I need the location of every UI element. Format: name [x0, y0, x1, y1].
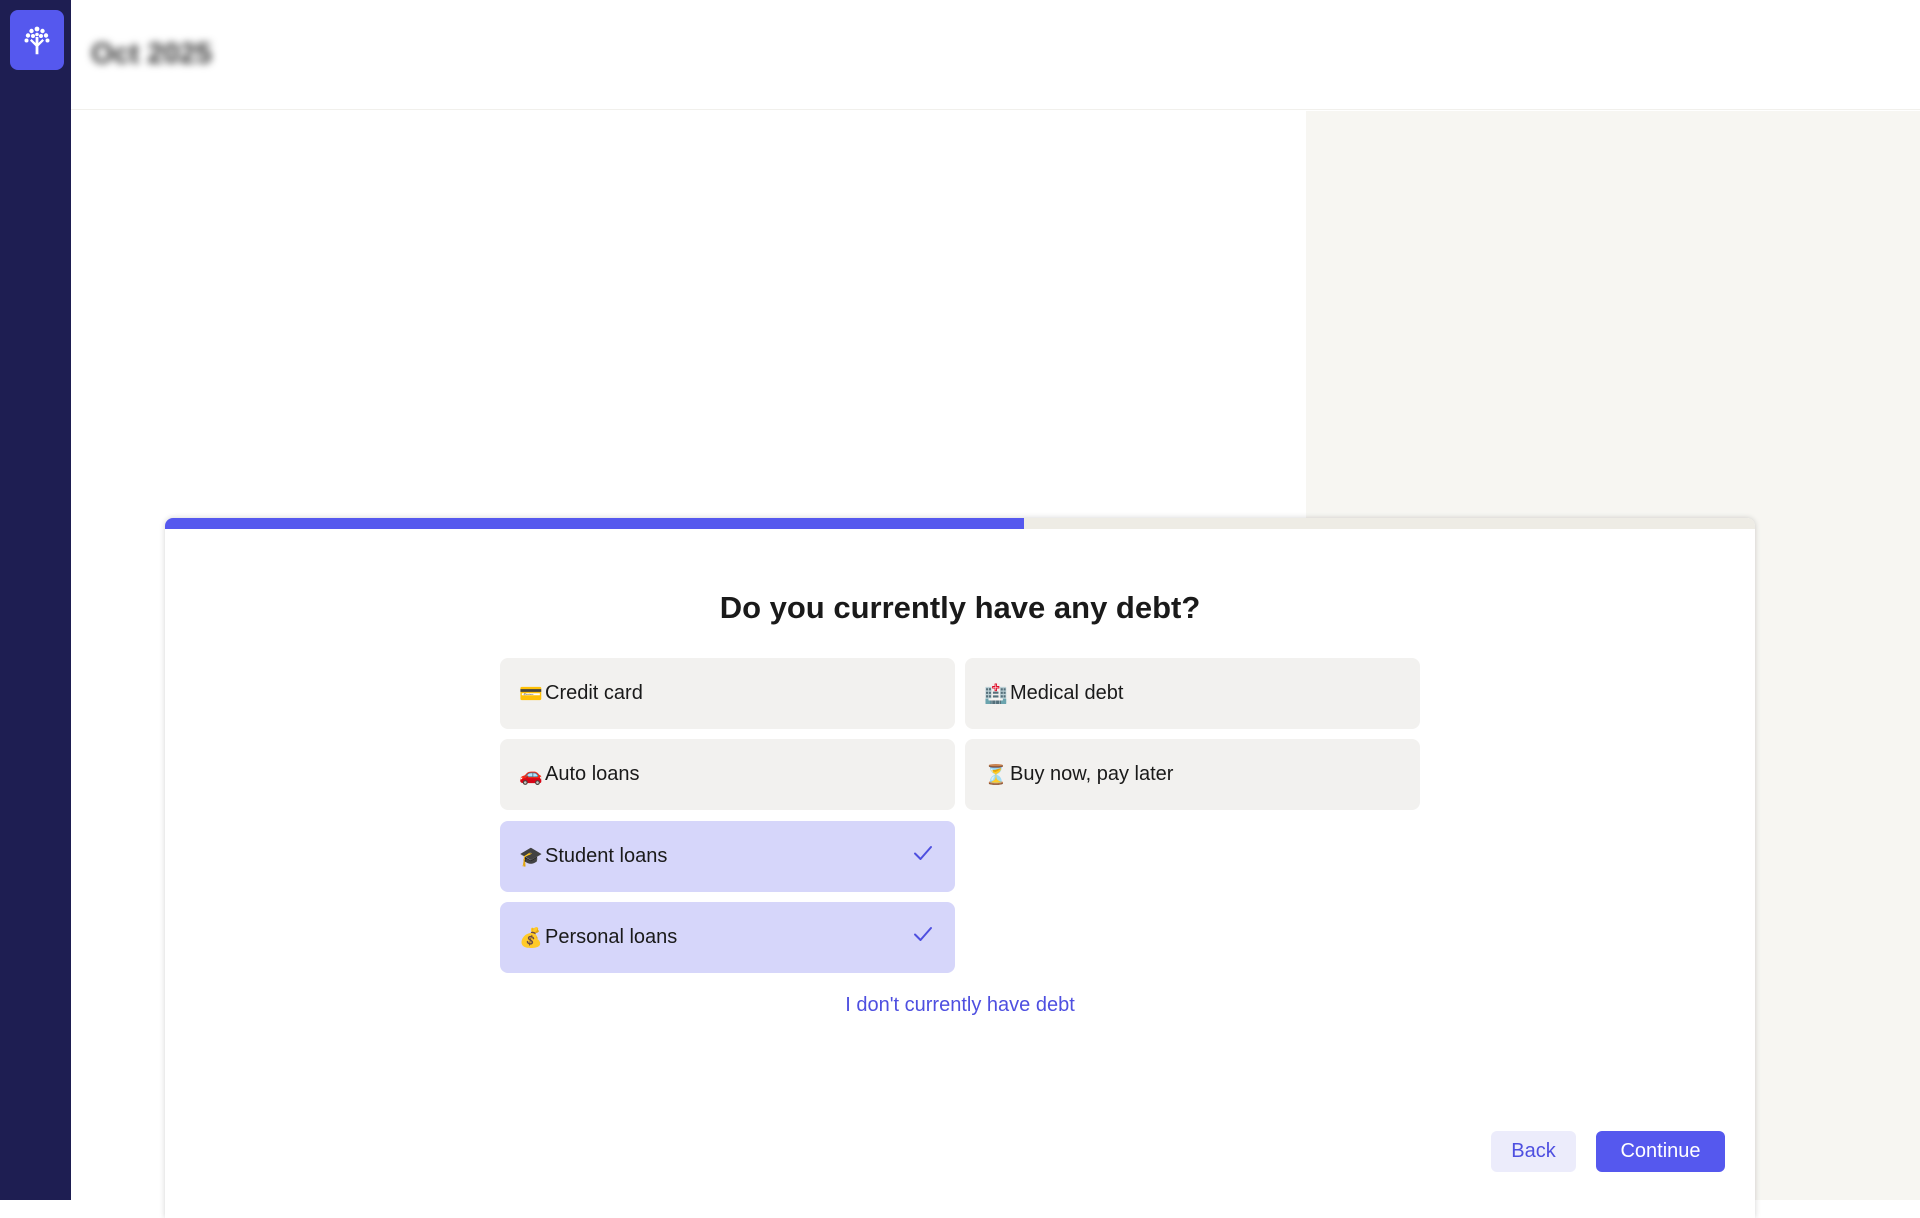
continue-button[interactable]: Continue — [1596, 1131, 1725, 1172]
sidebar — [0, 0, 71, 1200]
no-debt-link[interactable]: I don't currently have debt — [165, 994, 1755, 1017]
option-label: Buy now, pay later — [1010, 763, 1173, 786]
tree-logo-icon[interactable] — [10, 10, 64, 70]
progress-bar — [165, 518, 1755, 529]
option-auto-loans[interactable]: 🚗 Auto loans — [500, 739, 955, 810]
progress-fill — [165, 518, 1024, 529]
option-medical-debt[interactable]: 🏥 Medical debt — [965, 658, 1420, 729]
graduation-cap-icon: 🎓 — [519, 845, 545, 869]
checkmark-icon — [911, 841, 935, 865]
option-label: Credit card — [545, 682, 643, 705]
option-label: Personal loans — [545, 926, 677, 949]
option-credit-card[interactable]: 💳 Credit card — [500, 658, 955, 729]
credit-card-icon: 💳 — [519, 682, 545, 706]
option-label: Medical debt — [1010, 682, 1123, 705]
hospital-icon: 🏥 — [984, 682, 1010, 706]
question-title: Do you currently have any debt? — [165, 590, 1755, 626]
checkmark-icon — [911, 922, 935, 946]
option-student-loans[interactable]: 🎓 Student loans — [500, 821, 955, 892]
period-title: Oct 2025 — [91, 38, 212, 71]
option-label: Auto loans — [545, 763, 640, 786]
top-bar: Oct 2025 — [71, 0, 1920, 110]
car-icon: 🚗 — [519, 763, 545, 787]
option-buy-now-pay-later[interactable]: ⏳ Buy now, pay later — [965, 739, 1420, 810]
option-personal-loans[interactable]: 💰 Personal loans — [500, 902, 955, 973]
option-label: Student loans — [545, 845, 667, 868]
money-bag-icon: 💰 — [519, 926, 545, 950]
hourglass-icon: ⏳ — [984, 763, 1010, 787]
debt-question-modal: Do you currently have any debt? 💳 Credit… — [165, 518, 1755, 1218]
back-button[interactable]: Back — [1491, 1131, 1576, 1172]
